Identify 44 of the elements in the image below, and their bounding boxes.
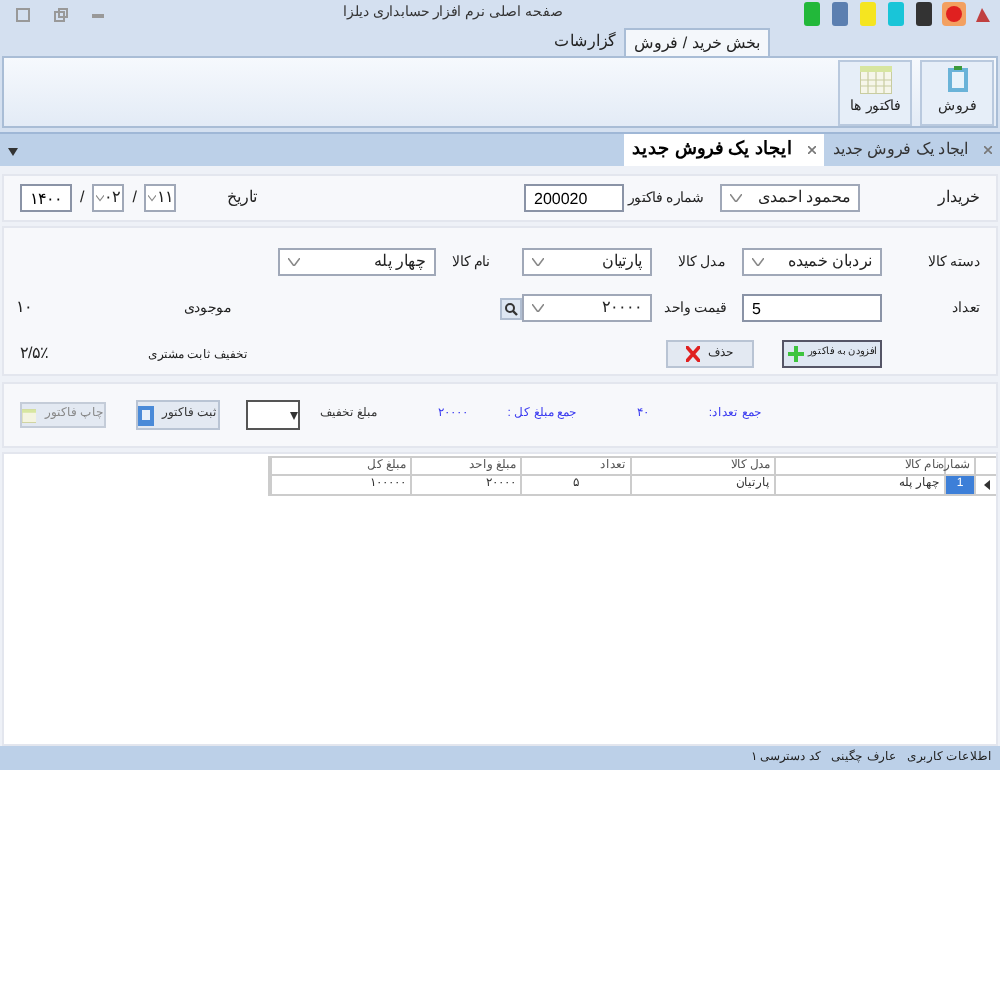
search-icon xyxy=(504,301,518,315)
close-icon[interactable] xyxy=(16,7,30,21)
row-pointer-icon xyxy=(983,480,989,490)
table-icon xyxy=(22,407,37,423)
product-name-dropdown[interactable]: چهار پله xyxy=(278,248,436,276)
year-field[interactable]: ۱۴۰۰ xyxy=(20,184,72,212)
caret-icon xyxy=(752,258,764,266)
app-icon[interactable] xyxy=(974,5,992,23)
restore-icon[interactable] xyxy=(54,7,68,21)
buyer-dropdown[interactable]: محمود احمدی xyxy=(720,184,860,212)
date-separator: / xyxy=(78,186,87,210)
caret-icon xyxy=(288,258,300,266)
caret-icon xyxy=(290,411,299,419)
plus-icon xyxy=(788,346,804,362)
caret-icon xyxy=(730,194,742,202)
close-icon[interactable] xyxy=(984,146,992,154)
quantity-field[interactable]: 5 xyxy=(742,294,882,322)
alarm-icon[interactable] xyxy=(942,2,966,26)
invoice-number-field[interactable]: 200020 xyxy=(524,184,624,212)
date-separator: / xyxy=(130,186,139,210)
caret-icon xyxy=(96,194,105,202)
ribbon-tab[interactable]: گزارشات xyxy=(546,28,625,56)
stock-value: ۱۰ xyxy=(14,296,32,320)
clipboard-icon xyxy=(943,66,971,95)
caret-icon xyxy=(148,194,157,202)
ribbon-tab[interactable]: بخش خرید / فروش xyxy=(624,28,770,56)
table-icon xyxy=(859,66,891,95)
close-icon[interactable] xyxy=(808,146,817,154)
search-button[interactable] xyxy=(500,297,522,319)
day-dropdown[interactable]: ۱۱ xyxy=(144,184,177,212)
month-dropdown[interactable]: ۰۲ xyxy=(92,184,125,212)
document-tab[interactable]: ایجاد یک فروش جدید xyxy=(623,134,825,166)
x-icon xyxy=(686,346,700,362)
discount-amount-dropdown[interactable] xyxy=(245,400,301,430)
model-dropdown[interactable]: پارتیان xyxy=(522,248,652,276)
date-label: تاریخ xyxy=(226,188,257,206)
price-dropdown[interactable]: ۲۰۰۰۰ xyxy=(522,294,652,322)
customer-discount-value: ۲/۵٪ xyxy=(18,342,49,366)
caret-icon xyxy=(532,304,544,312)
document-tab[interactable]: ایجاد یک فروش جدید xyxy=(824,134,1000,166)
buyer-label: خریدار xyxy=(938,188,980,206)
dropdown-icon[interactable] xyxy=(8,148,18,156)
category-dropdown[interactable]: نردبان خمیده xyxy=(742,248,882,276)
caret-icon xyxy=(532,258,544,266)
